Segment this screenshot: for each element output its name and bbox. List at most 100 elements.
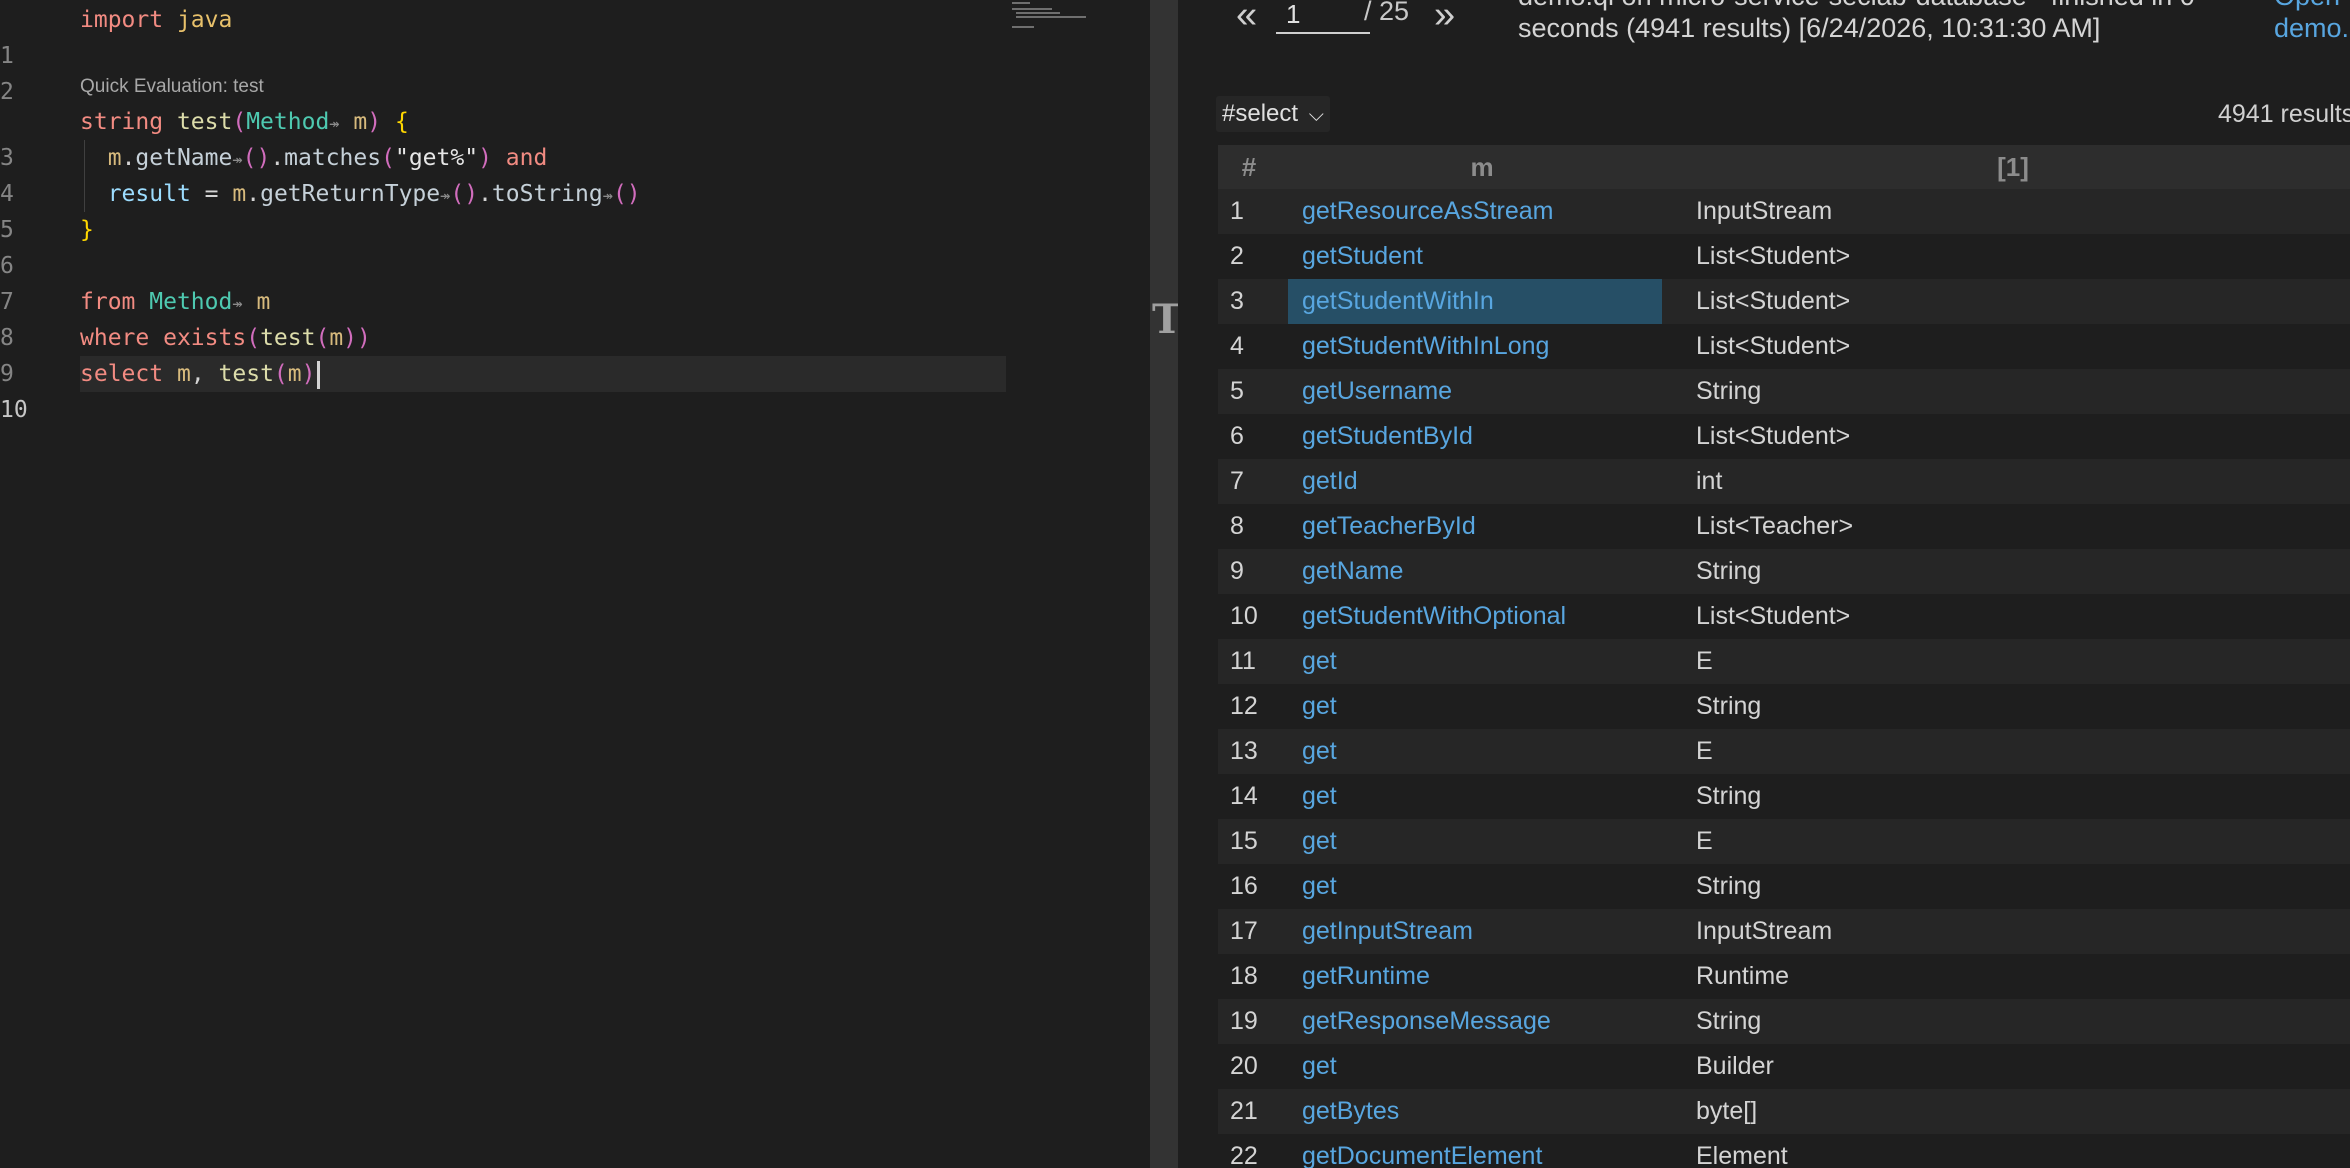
method-link[interactable]: getUsername: [1288, 369, 1662, 414]
open-query-link[interactable]: Open demo.ql: [2274, 0, 2350, 44]
row-index: 14: [1230, 782, 1258, 810]
query-status: demo.ql on micro-service-seclab-database…: [1518, 0, 2238, 44]
method-link[interactable]: get: [1288, 819, 1662, 864]
table-row[interactable]: 17 getInputStream InputStream: [1218, 909, 2350, 954]
result-count: 4941 results: [2218, 100, 2350, 128]
return-type: List<Student>: [1696, 422, 1851, 450]
method-link[interactable]: getBytes: [1288, 1089, 1662, 1134]
minimap[interactable]: [1012, 0, 1102, 30]
table-row[interactable]: 9 getName String: [1218, 549, 2350, 594]
table-row[interactable]: 14 get String: [1218, 774, 2350, 819]
method-link[interactable]: getStudentWithIn: [1288, 279, 1662, 324]
code-line-7[interactable]: 7: [0, 248, 1006, 315]
text-cursor: [316, 360, 320, 389]
table-row[interactable]: 15 get E: [1218, 819, 2350, 864]
page-number-input[interactable]: [1276, 0, 1370, 34]
method-link[interactable]: getRuntime: [1288, 954, 1662, 999]
row-index: 1: [1230, 197, 1244, 225]
method-link[interactable]: getResponseMessage: [1288, 999, 1662, 1044]
table-row[interactable]: 6 getStudentById List<Student>: [1218, 414, 2350, 459]
results-table: # m [1] 1 getResourceAsStream InputStream 2…: [1218, 145, 2350, 1168]
return-type: byte[]: [1696, 1097, 1758, 1125]
return-type: String: [1696, 782, 1762, 810]
query-results-panel: « / 25 » demo.ql on micro-service-seclab…: [1178, 0, 2350, 1168]
table-row[interactable]: 21 getBytes byte[]: [1218, 1089, 2350, 1134]
code-line-5[interactable]: 5 result = m.getReturnType↠().toString↠(…: [0, 176, 1006, 243]
table-row[interactable]: 18 getRuntime Runtime: [1218, 954, 2350, 999]
method-link[interactable]: getStudentWithInLong: [1288, 324, 1662, 369]
code-line-6[interactable]: 6 }: [0, 212, 1006, 279]
table-row[interactable]: 19 getResponseMessage String: [1218, 999, 2350, 1044]
return-type: Element: [1696, 1142, 1788, 1168]
code-line-2[interactable]: 2: [0, 38, 1006, 105]
code-line-1[interactable]: 1 import java: [0, 2, 1006, 69]
table-row[interactable]: 20 get Builder: [1218, 1044, 2350, 1089]
open-link-line1[interactable]: Open: [2274, 0, 2350, 12]
pane-splitter[interactable]: [1150, 0, 1178, 1168]
next-page-button[interactable]: »: [1434, 0, 1455, 37]
method-link[interactable]: getStudent: [1288, 234, 1662, 279]
code-line-8[interactable]: 8 from Method↠ m: [0, 284, 1006, 351]
table-row[interactable]: 3 getStudentWithIn List<Student>: [1218, 279, 2350, 324]
method-link[interactable]: get: [1288, 1044, 1662, 1089]
method-link[interactable]: getResourceAsStream: [1288, 189, 1662, 234]
table-row[interactable]: 10 getStudentWithOptional List<Student>: [1218, 594, 2350, 639]
table-row[interactable]: 16 get String: [1218, 864, 2350, 909]
return-type: String: [1696, 557, 1762, 585]
return-type: E: [1696, 737, 1713, 765]
method-link[interactable]: get: [1288, 774, 1662, 819]
return-type: Runtime: [1696, 962, 1790, 990]
table-row[interactable]: 4 getStudentWithInLong List<Student>: [1218, 324, 2350, 369]
table-row[interactable]: 8 getTeacherById List<Teacher>: [1218, 504, 2350, 549]
line-number: 10: [0, 397, 28, 423]
method-link[interactable]: getTeacherById: [1288, 504, 1662, 549]
table-row[interactable]: 2 getStudent List<Student>: [1218, 234, 2350, 279]
method-link[interactable]: get: [1288, 684, 1662, 729]
method-link[interactable]: getName: [1288, 549, 1662, 594]
method-link[interactable]: getId: [1288, 459, 1662, 504]
return-type: E: [1696, 827, 1713, 855]
current-line-highlight[interactable]: select m, test(m): [80, 356, 1006, 392]
previous-page-button[interactable]: «: [1236, 0, 1257, 37]
row-index: 17: [1230, 917, 1258, 945]
table-body: 1 getResourceAsStream InputStream 2 getStude…: [1218, 189, 2350, 1168]
row-index: 6: [1230, 422, 1244, 450]
method-link[interactable]: getStudentById: [1288, 414, 1662, 459]
result-set-label: #select: [1222, 100, 1299, 127]
method-link[interactable]: get: [1288, 864, 1662, 909]
code-text: import java: [80, 7, 233, 33]
code-line-9[interactable]: 9 where exists(test(m)): [0, 320, 1006, 387]
code-editor[interactable]: 1 import java 2 Quick Evaluation: test 3…: [0, 0, 1150, 1168]
return-type: List<Teacher>: [1696, 512, 1854, 540]
method-link[interactable]: get: [1288, 729, 1662, 774]
table-row[interactable]: 11 get E: [1218, 639, 2350, 684]
code-text: result = m.getReturnType↠().toString↠(): [107, 181, 641, 207]
method-link[interactable]: getDocumentElement: [1288, 1134, 1662, 1168]
column-header-result[interactable]: [1]: [1676, 145, 2350, 189]
method-link[interactable]: getInputStream: [1288, 909, 1662, 954]
return-type: String: [1696, 872, 1762, 900]
result-set-select[interactable]: #select ⌵: [1216, 96, 1330, 132]
column-header-m[interactable]: m: [1288, 145, 1676, 189]
page-total: / 25: [1364, 0, 1410, 26]
code-line-4[interactable]: 4 m.getName↠().matches("get%") and: [0, 140, 1006, 207]
table-row[interactable]: 22 getDocumentElement Element: [1218, 1134, 2350, 1168]
table-row[interactable]: 12 get String: [1218, 684, 2350, 729]
method-link[interactable]: getStudentWithOptional: [1288, 594, 1662, 639]
return-type: List<Student>: [1696, 242, 1851, 270]
table-row[interactable]: 13 get E: [1218, 729, 2350, 774]
open-link-line2[interactable]: demo.ql: [2274, 12, 2350, 44]
code-line-3[interactable]: 3 string test(Method↠ m) {: [0, 104, 1006, 171]
column-header-index[interactable]: #: [1218, 145, 1280, 189]
table-row[interactable]: 7 getId int: [1218, 459, 2350, 504]
table-row[interactable]: 5 getUsername String: [1218, 369, 2350, 414]
return-type: E: [1696, 647, 1713, 675]
row-index: 11: [1230, 647, 1256, 675]
return-type: InputStream: [1696, 917, 1833, 945]
chevron-down-icon: ⌵: [1308, 104, 1324, 126]
table-row[interactable]: 1 getResourceAsStream InputStream: [1218, 189, 2350, 234]
quick-evaluation-codelens[interactable]: Quick Evaluation: test: [80, 76, 264, 98]
row-index: 20: [1230, 1052, 1258, 1080]
code-text: string test(Method↠ m) {: [80, 109, 409, 135]
method-link[interactable]: get: [1288, 639, 1662, 684]
